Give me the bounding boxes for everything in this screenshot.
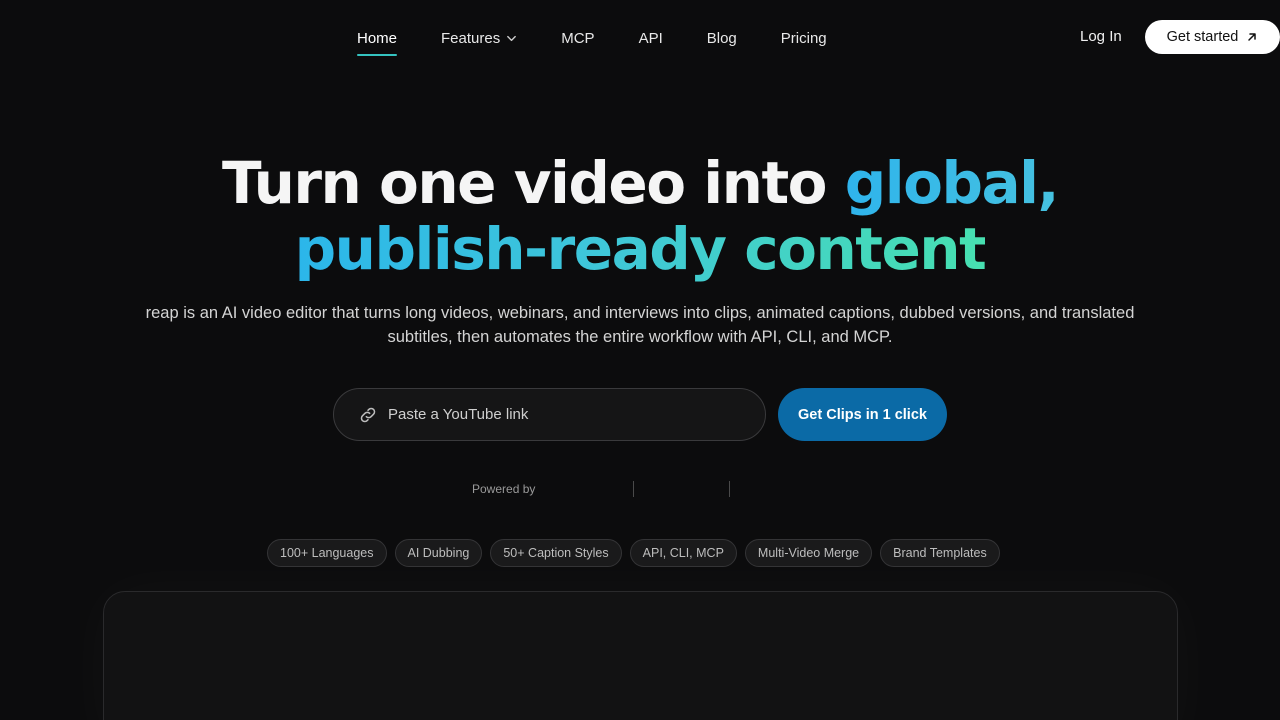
youtube-url-field[interactable] <box>333 388 766 441</box>
hero-title: Turn one video into global, publish-read… <box>0 150 1280 282</box>
powered-by-divider <box>633 481 634 497</box>
nav-pricing[interactable]: Pricing <box>781 24 827 52</box>
hero-subtitle: reap is an AI video editor that turns lo… <box>145 304 1135 346</box>
get-clips-button[interactable]: Get Clips in 1 click <box>778 388 947 441</box>
nav-features-label: Features <box>441 29 501 47</box>
feature-chip: Multi-Video Merge <box>744 539 873 567</box>
main-nav: Home Features MCP API Blog Pricing <box>357 24 827 56</box>
nav-home[interactable]: Home <box>357 24 398 56</box>
hero-title-accent-2: publish-ready content <box>294 215 987 283</box>
feature-chip: AI Dubbing <box>394 539 483 567</box>
powered-by-label: Powered by <box>472 482 536 496</box>
powered-by-divider <box>729 481 730 497</box>
landing-page: Home Features MCP API Blog Pricing Log I… <box>0 0 1280 720</box>
youtube-url-input[interactable] <box>388 406 728 423</box>
nav-features[interactable]: Features <box>441 24 517 52</box>
get-started-button[interactable]: Get started <box>1145 20 1280 54</box>
login-link[interactable]: Log In <box>1080 28 1122 45</box>
link-icon <box>358 405 378 425</box>
feature-chip: Brand Templates <box>880 539 1000 567</box>
nav-blog[interactable]: Blog <box>707 24 737 52</box>
feature-chips: 100+ Languages AI Dubbing 50+ Caption St… <box>267 539 1000 567</box>
feature-chip: API, CLI, MCP <box>629 539 737 567</box>
arrow-up-right-icon <box>1246 31 1258 43</box>
hero-title-plain: Turn one video into <box>221 149 845 217</box>
feature-chip: 100+ Languages <box>267 539 387 567</box>
hero-title-accent-1: global, <box>844 149 1060 217</box>
feature-chip: 50+ Caption Styles <box>490 539 622 567</box>
product-preview-card <box>103 591 1178 720</box>
nav-mcp[interactable]: MCP <box>561 24 594 52</box>
nav-api[interactable]: API <box>639 24 663 52</box>
get-started-label: Get started <box>1166 29 1239 45</box>
chevron-down-icon <box>506 33 517 44</box>
